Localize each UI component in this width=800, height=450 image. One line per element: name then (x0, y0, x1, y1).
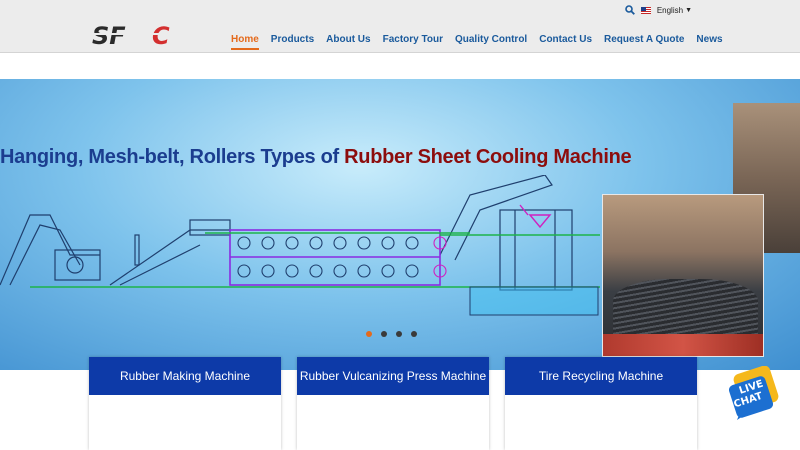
main-nav: Home Products About Us Factory Tour Qual… (231, 34, 723, 50)
slider-dot[interactable] (396, 331, 402, 337)
nav-contact-us[interactable]: Contact Us (539, 34, 592, 50)
product-card-vulcanizing-press[interactable]: Rubber Vulcanizing Press Machine (297, 357, 489, 450)
factory-photo (602, 194, 764, 357)
slider-dot[interactable] (366, 331, 372, 337)
sfc-logo[interactable]: SF C (90, 22, 186, 48)
search-icon[interactable] (625, 5, 635, 15)
nav-home[interactable]: Home (231, 34, 259, 50)
chevron-down-icon[interactable]: ▼ (685, 7, 692, 14)
language-selector[interactable]: English (657, 6, 683, 15)
us-flag-icon (640, 6, 651, 14)
nav-request-a-quote[interactable]: Request A Quote (604, 34, 684, 50)
slider-dot[interactable] (411, 331, 417, 337)
nav-news[interactable]: News (696, 34, 722, 50)
card-title[interactable]: Rubber Making Machine (89, 357, 281, 395)
utility-bar: English ▼ (625, 3, 692, 17)
hero-banner[interactable]: Hanging, Mesh-belt, Rollers Types of Rub… (0, 79, 800, 370)
nav-products[interactable]: Products (271, 34, 314, 50)
product-card-rubber-making[interactable]: Rubber Making Machine (89, 357, 281, 450)
card-title[interactable]: Tire Recycling Machine (505, 357, 697, 395)
nav-quality-control[interactable]: Quality Control (455, 34, 527, 50)
live-chat-button[interactable]: LIVE CHAT (729, 366, 779, 422)
cooling-machine-diagram (0, 175, 600, 316)
slider-dots (366, 331, 417, 337)
slider-dot[interactable] (381, 331, 387, 337)
nav-about-us[interactable]: About Us (326, 34, 370, 50)
product-card-tire-recycling[interactable]: Tire Recycling Machine (505, 357, 697, 450)
hero-title: Hanging, Mesh-belt, Rollers Types of Rub… (0, 146, 632, 168)
card-title[interactable]: Rubber Vulcanizing Press Machine (297, 357, 489, 395)
nav-factory-tour[interactable]: Factory Tour (383, 34, 443, 50)
site-header: SF C English ▼ Home Products About Us Fa… (0, 0, 800, 53)
